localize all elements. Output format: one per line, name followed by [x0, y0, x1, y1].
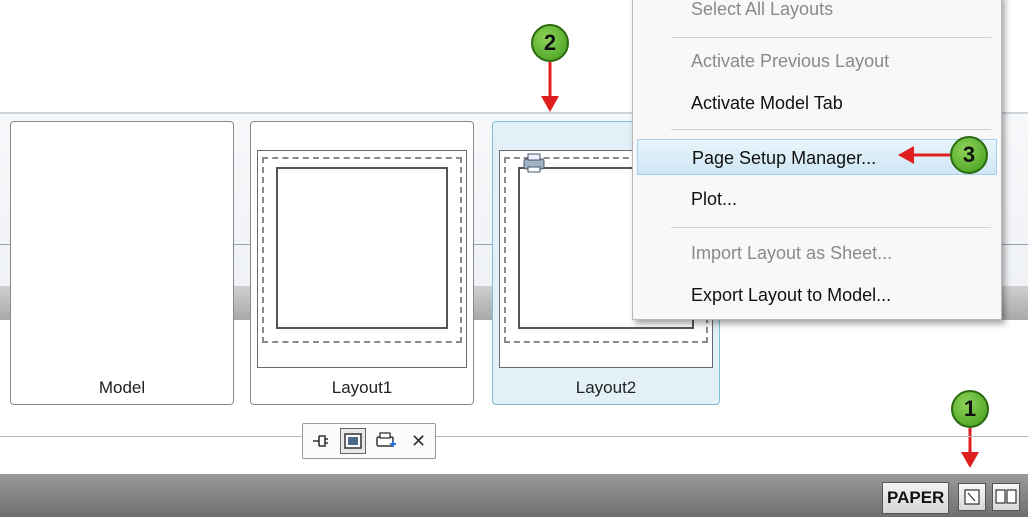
- menu-item-plot[interactable]: Plot...: [633, 181, 1001, 217]
- menu-item-page-setup-manager[interactable]: Page Setup Manager...: [637, 139, 997, 175]
- menu-item-activate-model-tab[interactable]: Activate Model Tab: [633, 85, 1001, 121]
- plotter-icon: [523, 153, 545, 173]
- callout-3-badge: 3: [950, 136, 988, 174]
- menu-separator: [671, 227, 991, 228]
- menu-item-export-layout-to-model[interactable]: Export Layout to Model...: [633, 277, 1001, 313]
- paper-space-button[interactable]: PAPER: [882, 482, 950, 514]
- layout-context-menu: Select All Layouts Activate Previous Lay…: [632, 0, 1002, 320]
- callout-1-badge: 1: [951, 390, 989, 428]
- menu-item-import-layout-as-sheet[interactable]: Import Layout as Sheet...: [633, 235, 1001, 271]
- menu-separator: [671, 37, 991, 38]
- close-icon[interactable]: ✕: [406, 428, 432, 454]
- model-tab-thumbnail[interactable]: Model: [10, 121, 234, 405]
- model-tab-label: Model: [98, 378, 146, 397]
- menu-item-select-all-layouts[interactable]: Select All Layouts: [633, 0, 1001, 27]
- menu-item-activate-previous-layout[interactable]: Activate Previous Layout: [633, 43, 1001, 79]
- status-bar: PAPER: [0, 474, 1028, 517]
- quick-view-layouts-icon[interactable]: [958, 483, 986, 511]
- quick-view-drawings-icon[interactable]: [992, 483, 1020, 511]
- callout-2-badge: 2: [531, 24, 569, 62]
- plot-icon[interactable]: [373, 428, 399, 454]
- divider: [1000, 244, 1028, 245]
- viewport-frame: [276, 167, 448, 329]
- layout1-tab-label: Layout1: [331, 378, 393, 397]
- divider: [0, 436, 1028, 437]
- layout-mini-toolbar: ✕: [302, 423, 436, 459]
- pin-icon[interactable]: [307, 428, 333, 454]
- layout1-tab-thumbnail[interactable]: Layout1: [250, 121, 474, 405]
- layout-view-icon[interactable]: [339, 428, 366, 454]
- layout1-sheet-preview: [257, 150, 467, 368]
- layout2-tab-label: Layout2: [575, 378, 637, 397]
- divider: [474, 244, 494, 245]
- menu-separator: [671, 129, 991, 130]
